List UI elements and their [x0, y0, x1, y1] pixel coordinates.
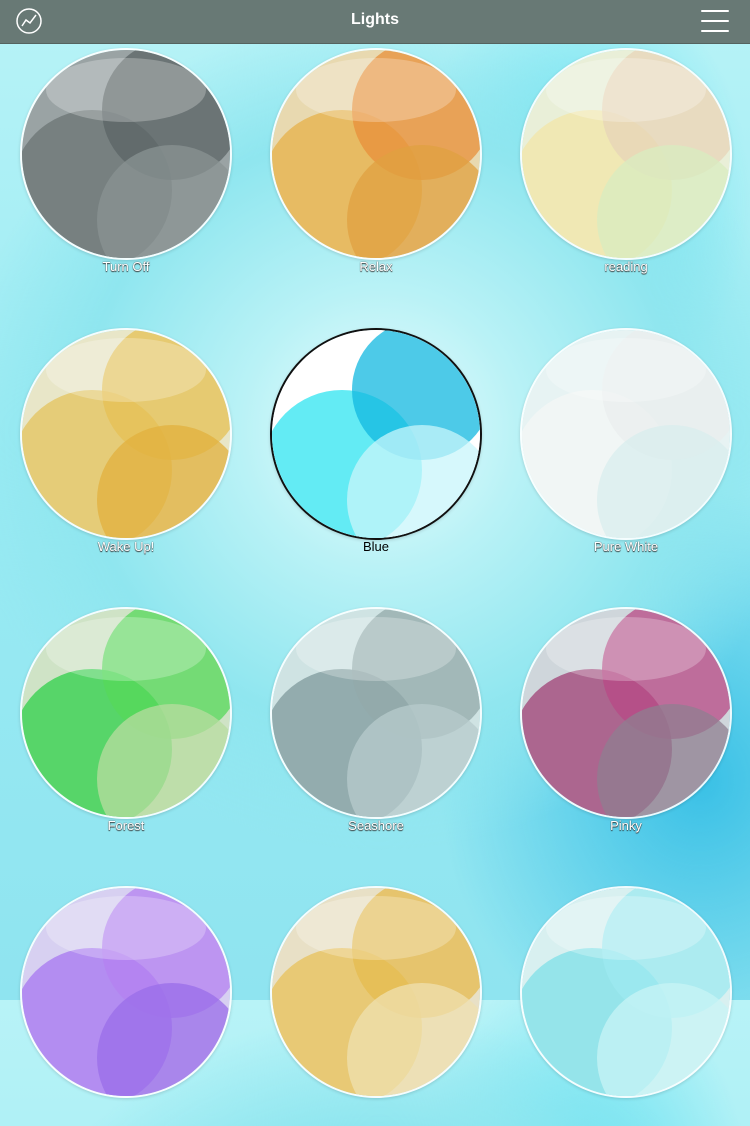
scene-bubble-button[interactable] — [20, 48, 232, 260]
scene-bubble-button[interactable] — [20, 607, 232, 819]
scene-bubble-graphic — [22, 50, 230, 258]
bubble-gloss — [296, 896, 456, 960]
bubble-gloss — [46, 338, 206, 402]
scene-bubble-button[interactable] — [270, 886, 482, 1098]
scene-label: Pinky — [610, 818, 642, 833]
bubble-gloss — [546, 338, 706, 402]
scene-label: Forest — [107, 818, 145, 833]
scene-grid: Turn Off Relax reading Wake Up! Blue Pure Whi… — [0, 0, 750, 1098]
scene-bubble-button[interactable] — [520, 48, 732, 260]
scene-label: Relax — [359, 259, 393, 274]
scene-tile[interactable]: Pure White — [520, 328, 732, 568]
bubble-gloss — [546, 58, 706, 122]
scene-tile[interactable]: Blue — [270, 328, 482, 568]
scene-bubble-button[interactable] — [520, 607, 732, 819]
bubble-gloss — [46, 896, 206, 960]
scene-tile[interactable]: Wake Up! — [20, 328, 232, 568]
scene-tile[interactable]: Relax — [270, 48, 482, 288]
scene-bubble-graphic — [272, 330, 480, 538]
scene-tile[interactable]: Turn Off — [20, 48, 232, 288]
bubble-gloss — [296, 338, 456, 402]
scene-bubble-graphic — [272, 609, 480, 817]
scene-bubble-graphic — [522, 50, 730, 258]
scene-label: Wake Up! — [97, 539, 155, 554]
bubble-gloss — [296, 58, 456, 122]
scene-label: reading — [604, 259, 648, 274]
scene-tile[interactable]: reading — [520, 48, 732, 288]
scene-bubble-graphic — [522, 888, 730, 1096]
scene-tile[interactable] — [520, 886, 732, 1126]
scene-bubble-graphic — [22, 330, 230, 538]
scene-bubble-button[interactable] — [270, 607, 482, 819]
scene-label: Blue — [362, 539, 390, 554]
scene-bubble-button[interactable] — [270, 48, 482, 260]
scene-bubble-graphic — [272, 888, 480, 1096]
scene-tile[interactable]: Pinky — [520, 607, 732, 847]
scene-bubble-button[interactable] — [270, 328, 482, 540]
scene-bubble-button[interactable] — [20, 886, 232, 1098]
scene-bubble-button[interactable] — [520, 886, 732, 1098]
scene-tile[interactable] — [270, 886, 482, 1126]
scene-bubble-graphic — [272, 50, 480, 258]
scene-tile[interactable]: Seashore — [270, 607, 482, 847]
scene-label: Turn Off — [102, 259, 150, 274]
scene-bubble-button[interactable] — [20, 328, 232, 540]
scene-tile[interactable] — [20, 886, 232, 1126]
scene-label: Pure White — [593, 539, 659, 554]
scene-bubble-graphic — [22, 609, 230, 817]
scene-tile[interactable]: Forest — [20, 607, 232, 847]
bubble-gloss — [546, 617, 706, 681]
bubble-gloss — [46, 58, 206, 122]
scene-bubble-button[interactable] — [520, 328, 732, 540]
bubble-gloss — [46, 617, 206, 681]
bubble-gloss — [546, 896, 706, 960]
bubble-gloss — [296, 617, 456, 681]
scene-bubble-graphic — [522, 609, 730, 817]
scene-label: Seashore — [348, 818, 404, 833]
scene-bubble-graphic — [522, 330, 730, 538]
scene-bubble-graphic — [22, 888, 230, 1096]
